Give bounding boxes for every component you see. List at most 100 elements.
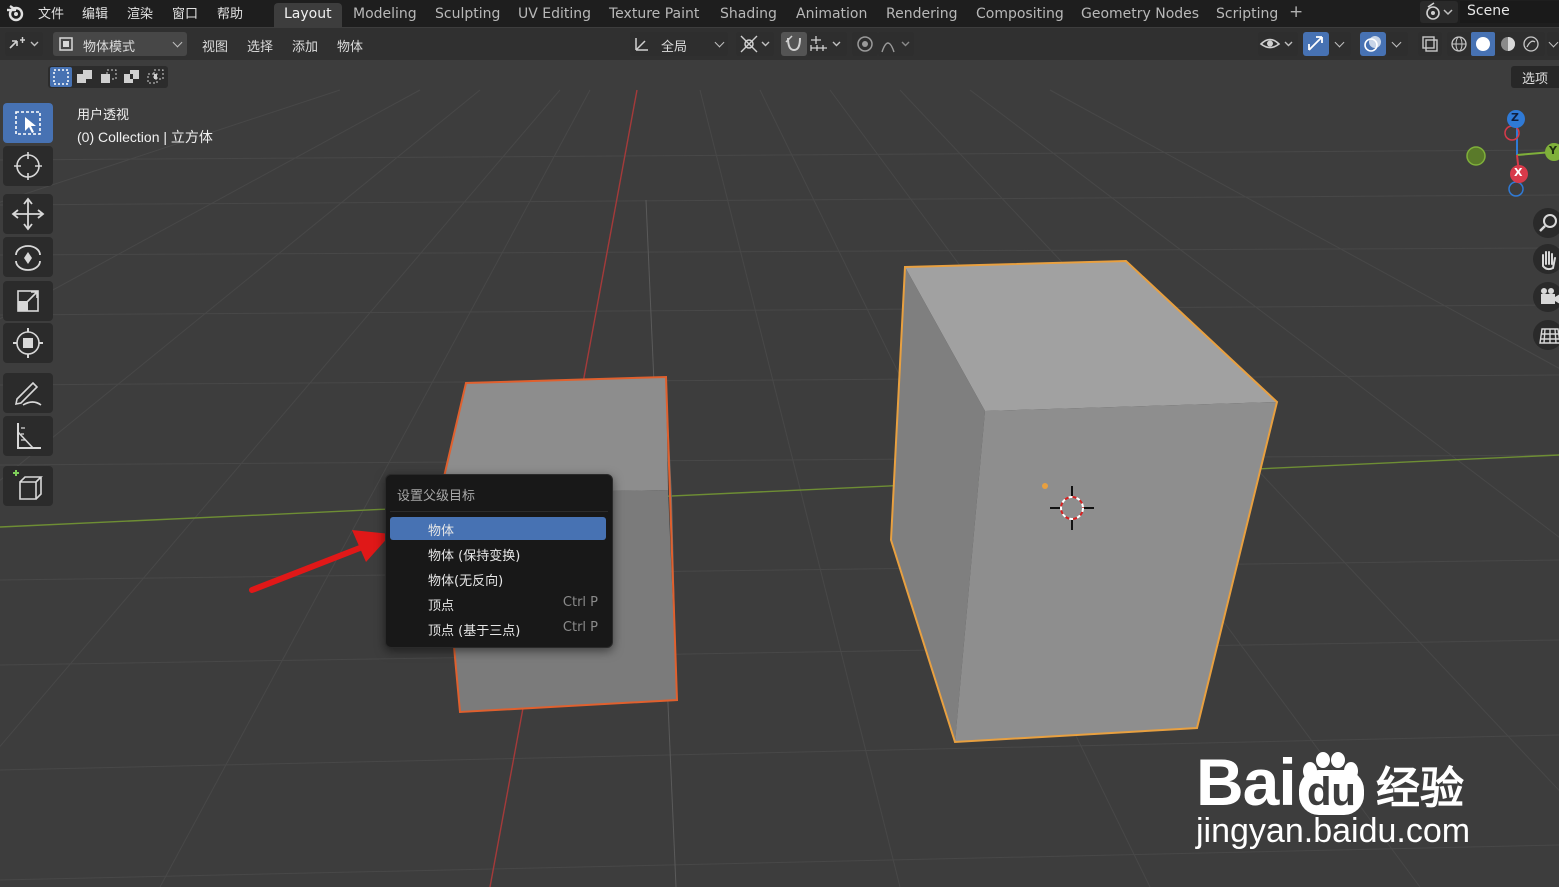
- menu-item-vertex[interactable]: 顶点 Ctrl P: [390, 592, 606, 615]
- rotate-icon: [15, 245, 41, 271]
- gizmo-z-label: Z: [1511, 111, 1519, 124]
- menu-item-object-without-inverse[interactable]: 物体(无反向): [390, 567, 606, 590]
- view-name-label: 用户透视: [77, 108, 130, 123]
- gizmo-arrows-icon: [1308, 36, 1323, 51]
- menu-item-object-keep-transform[interactable]: 物体 (保持变换): [390, 542, 606, 565]
- overlays-toggle[interactable]: [1360, 32, 1386, 56]
- move-tool[interactable]: [3, 194, 53, 234]
- zoom-button[interactable]: [1533, 208, 1559, 238]
- solid-shading-button[interactable]: [1471, 32, 1495, 56]
- pan-button[interactable]: [1533, 244, 1559, 274]
- menu-select[interactable]: 选择: [247, 36, 273, 55]
- scale-tool[interactable]: [3, 281, 53, 321]
- cursor-tool[interactable]: [3, 146, 53, 186]
- add-cube-tool[interactable]: [3, 466, 53, 506]
- falloff-curve-icon: [881, 41, 910, 53]
- gizmo-neg-z: [1508, 181, 1524, 197]
- watermark-url: jingyan.baidu.com: [1196, 812, 1471, 850]
- gizmo-neg-y: [1466, 146, 1486, 166]
- proportional-edit-icon: [857, 36, 873, 52]
- chevron-down-icon: [1334, 37, 1345, 48]
- overlays-dropdown[interactable]: [1386, 32, 1408, 56]
- tab-animation[interactable]: Animation: [786, 3, 877, 27]
- menu-file[interactable]: 文件: [38, 3, 64, 22]
- cube-right[interactable]: [889, 259, 1279, 744]
- tab-shading[interactable]: Shading: [710, 3, 787, 27]
- blender-logo-icon[interactable]: [4, 2, 26, 24]
- popup-divider: [390, 511, 608, 512]
- menu-item-label: 顶点 (基于三点): [428, 624, 521, 639]
- mode-label: 物体模式: [83, 40, 136, 55]
- selection-mode-group: [48, 66, 168, 88]
- menu-render[interactable]: 渲染: [127, 3, 153, 22]
- pencil-icon: [14, 381, 42, 406]
- snap-toggle[interactable]: [781, 32, 807, 56]
- menu-item-label: 物体 (保持变换): [428, 549, 521, 564]
- tab-modeling[interactable]: Modeling: [343, 3, 427, 27]
- tab-geometry-nodes[interactable]: Geometry Nodes: [1071, 3, 1209, 27]
- snap-increment-icon: [810, 36, 841, 51]
- tab-compositing[interactable]: Compositing: [966, 3, 1074, 27]
- menu-view[interactable]: 视图: [202, 36, 228, 55]
- proportional-falloff-dropdown[interactable]: [878, 32, 914, 56]
- set-parent-menu: 设置父级目标 物体 物体 (保持变换) 物体(无反向) 顶点 Ctrl P 顶点…: [385, 474, 613, 648]
- rendered-shading-icon[interactable]: [1522, 35, 1540, 53]
- scene-selector-button[interactable]: [1420, 1, 1458, 23]
- material-preview-icon[interactable]: [1499, 35, 1517, 53]
- menu-item-shortcut: Ctrl P: [562, 595, 598, 610]
- add-workspace-button[interactable]: +: [1289, 2, 1303, 22]
- tab-layout[interactable]: Layout: [274, 3, 342, 27]
- editor-type-icon: [9, 37, 39, 49]
- pivot-point-button[interactable]: [736, 32, 774, 56]
- menu-item-object[interactable]: 物体: [390, 517, 606, 540]
- menu-item-label: 物体: [428, 524, 455, 539]
- tab-scripting[interactable]: Scripting: [1206, 3, 1288, 27]
- menu-window[interactable]: 窗口: [172, 3, 198, 22]
- gizmo-toggle[interactable]: [1303, 32, 1329, 56]
- gizmo-dropdown[interactable]: [1329, 32, 1351, 56]
- tab-texture-paint[interactable]: Texture Paint: [599, 3, 709, 27]
- proportional-edit-toggle[interactable]: [852, 32, 878, 56]
- tab-uv-editing[interactable]: UV Editing: [508, 3, 601, 27]
- tab-rendering[interactable]: Rendering: [876, 3, 968, 27]
- camera-view-button[interactable]: [1533, 282, 1559, 312]
- top-menu-bar: 文件 编辑 渲染 窗口 帮助 Layout Modeling Sculpting…: [0, 0, 1559, 27]
- transform-orientation-label: 全局: [661, 40, 688, 55]
- select-extend-icon[interactable]: [74, 67, 96, 87]
- annotation-arrow: [249, 530, 391, 593]
- perspective-toggle-button[interactable]: [1533, 320, 1559, 350]
- rotate-tool[interactable]: [3, 237, 53, 277]
- menu-item-label: 物体(无反向): [428, 574, 504, 589]
- visibility-dropdown[interactable]: [1258, 32, 1298, 56]
- options-label: 选项: [1522, 72, 1549, 87]
- menu-edit[interactable]: 编辑: [82, 3, 108, 22]
- measure-tool[interactable]: [3, 416, 53, 456]
- snap-target-dropdown[interactable]: [807, 32, 847, 56]
- shading-dropdown[interactable]: [1547, 32, 1559, 56]
- select-intersect-icon[interactable]: [145, 67, 167, 87]
- hand-icon: [1542, 251, 1556, 271]
- xray-toggle[interactable]: [1418, 32, 1442, 56]
- scene-name: Scene: [1467, 3, 1510, 19]
- select-new-icon[interactable]: [50, 67, 72, 87]
- editor-type-button[interactable]: [5, 32, 43, 56]
- menu-item-vertex-triangle[interactable]: 顶点 (基于三点) Ctrl P: [390, 617, 606, 640]
- zoom-icon: [1539, 214, 1557, 232]
- select-difference-icon[interactable]: [121, 67, 143, 87]
- wireframe-shading-icon[interactable]: [1450, 35, 1468, 53]
- menu-object[interactable]: 物体: [337, 36, 363, 55]
- menu-help[interactable]: 帮助: [217, 3, 243, 22]
- tab-sculpting[interactable]: Sculpting: [425, 3, 510, 27]
- transform-orientation-dropdown[interactable]: 全局: [630, 32, 728, 56]
- select-subtract-icon[interactable]: [98, 67, 120, 87]
- popup-title: 设置父级目标: [397, 489, 476, 504]
- add-cube-icon: [13, 470, 43, 500]
- menu-add[interactable]: 添加: [292, 36, 318, 55]
- mode-dropdown[interactable]: 物体模式: [53, 32, 187, 56]
- magnet-icon: [785, 35, 801, 52]
- annotate-tool[interactable]: [3, 373, 53, 413]
- transform-tool[interactable]: [3, 323, 53, 363]
- select-box-tool[interactable]: [3, 103, 53, 143]
- overlays-icon: [1364, 36, 1381, 52]
- camera-icon: [1541, 288, 1559, 304]
